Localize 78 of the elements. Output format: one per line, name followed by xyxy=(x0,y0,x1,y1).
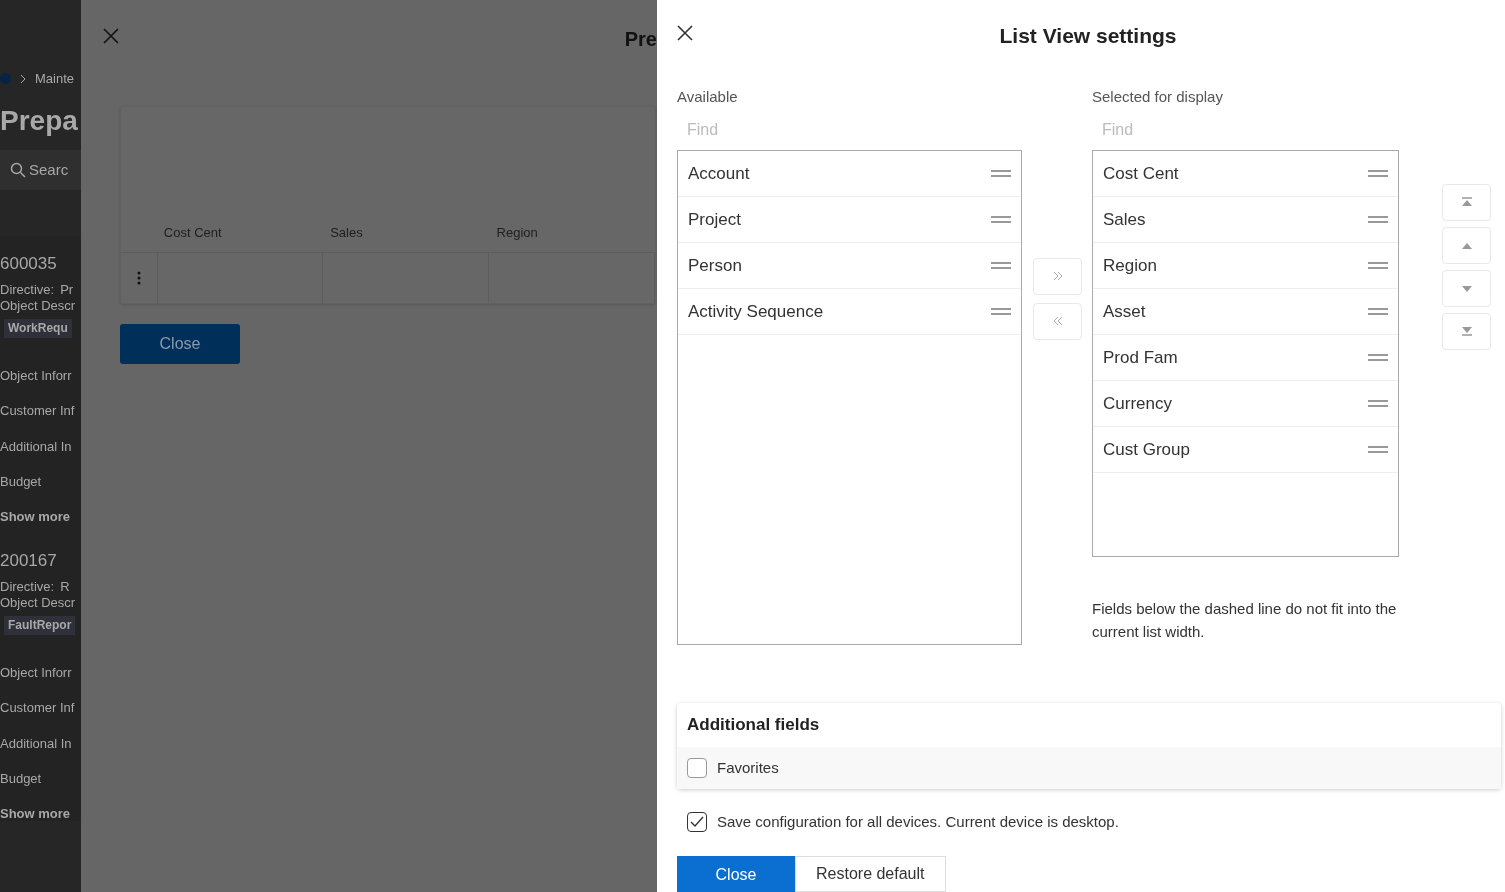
drag-handle-icon[interactable] xyxy=(991,169,1011,178)
section-title: Additional fields xyxy=(686,714,821,736)
section-link[interactable]: Object Inforr xyxy=(0,367,81,384)
list-item[interactable]: Prod Fam xyxy=(1093,335,1398,381)
dialog-title: List View settings xyxy=(998,23,1178,49)
drag-handle-icon[interactable] xyxy=(1368,353,1388,362)
close-button[interactable]: Close xyxy=(677,855,795,892)
chevron-right-icon xyxy=(19,73,27,84)
list-item[interactable]: Activity Sequence xyxy=(678,289,1021,335)
column-header: Cost Cent xyxy=(162,223,223,242)
list-label: Available xyxy=(677,86,739,107)
list-item[interactable]: Currency xyxy=(1093,381,1398,427)
move-to-top-button[interactable] xyxy=(1442,183,1491,221)
find-field[interactable]: Find xyxy=(677,114,1022,146)
checkbox-label: Save configuration for all devices. Current device is desktop. xyxy=(717,812,1119,832)
find-field[interactable]: Find xyxy=(1092,114,1399,146)
checkbox[interactable] xyxy=(687,812,707,833)
dialog-title: Pre xyxy=(624,27,657,52)
show-more-link[interactable]: Show more xyxy=(0,508,81,525)
drag-handle-icon[interactable] xyxy=(1368,445,1388,454)
checkbox-label: Favorites xyxy=(717,757,779,778)
triangle-down-icon xyxy=(1460,283,1473,293)
breadcrumb-link[interactable]: Mainte xyxy=(35,71,75,87)
close-button[interactable]: Close xyxy=(120,324,240,364)
close-icon xyxy=(677,24,693,41)
list-label: Selected for display xyxy=(1092,86,1224,107)
show-more-link[interactable]: Show more xyxy=(0,805,81,822)
drag-handle-icon[interactable] xyxy=(991,307,1011,316)
section-link[interactable]: Budget xyxy=(0,771,81,787)
move-to-bottom-icon xyxy=(1460,326,1473,336)
record-number: 200167 xyxy=(0,550,58,571)
drag-handle-icon[interactable] xyxy=(1368,215,1388,224)
list-item[interactable]: Person xyxy=(678,243,1021,289)
page-title: Prepa xyxy=(0,106,79,135)
section-link[interactable]: Budget xyxy=(0,474,81,490)
column-header: Sales xyxy=(329,223,364,242)
list-item[interactable]: Account xyxy=(678,151,1021,197)
double-chevron-right-icon xyxy=(1051,270,1064,282)
field-label: Directive: xyxy=(0,578,55,595)
checkmark-icon xyxy=(690,816,704,829)
field-value: Pr xyxy=(60,282,74,298)
record-tag: WorkRequ xyxy=(4,319,72,338)
list-item[interactable]: Region xyxy=(1093,243,1398,289)
section-link[interactable]: Customer Inf xyxy=(0,700,81,716)
checkbox[interactable] xyxy=(687,757,707,778)
drag-handle-icon[interactable] xyxy=(1368,261,1388,270)
section-link[interactable]: Additional In xyxy=(0,438,81,455)
search-field[interactable]: Searc xyxy=(0,149,81,190)
drag-handle-icon[interactable] xyxy=(991,215,1011,224)
drag-handle-icon[interactable] xyxy=(1368,399,1388,408)
hint-text: Fields below the dashed line do not fit into the current list width. xyxy=(1092,599,1398,643)
list-item[interactable]: Sales xyxy=(1093,197,1398,243)
list-item[interactable]: Cost Cent xyxy=(1093,151,1398,197)
field-label: Object Descr xyxy=(0,297,77,314)
kebab-menu-icon[interactable] xyxy=(136,271,141,285)
list-item[interactable]: Project xyxy=(678,197,1021,243)
drag-handle-icon[interactable] xyxy=(1368,307,1388,316)
breadcrumb-home-dot[interactable] xyxy=(0,73,11,85)
drag-handle-icon[interactable] xyxy=(991,261,1011,270)
search-placeholder: Searc xyxy=(29,160,69,179)
column-header: Region xyxy=(495,223,539,242)
list-item[interactable]: Asset xyxy=(1093,289,1398,335)
search-icon xyxy=(10,161,26,178)
record-number: 600035 xyxy=(0,253,58,274)
field-label: Object Descr xyxy=(0,594,77,611)
list-item[interactable]: Cust Group xyxy=(1093,427,1398,473)
section-link[interactable]: Additional In xyxy=(0,735,81,752)
drag-handle-icon[interactable] xyxy=(1368,169,1388,178)
field-value: R xyxy=(60,578,70,595)
close-icon xyxy=(103,28,119,44)
double-chevron-left-icon xyxy=(1051,315,1064,327)
section-link[interactable]: Object Inforr xyxy=(0,664,81,681)
move-to-bottom-button[interactable] xyxy=(1442,312,1491,350)
field-label: Directive: xyxy=(0,282,55,298)
move-to-top-icon xyxy=(1460,197,1473,207)
restore-default-button[interactable]: Restore default xyxy=(795,855,946,892)
record-tag: FaultRepor xyxy=(4,616,76,635)
section-link[interactable]: Customer Inf xyxy=(0,403,81,419)
